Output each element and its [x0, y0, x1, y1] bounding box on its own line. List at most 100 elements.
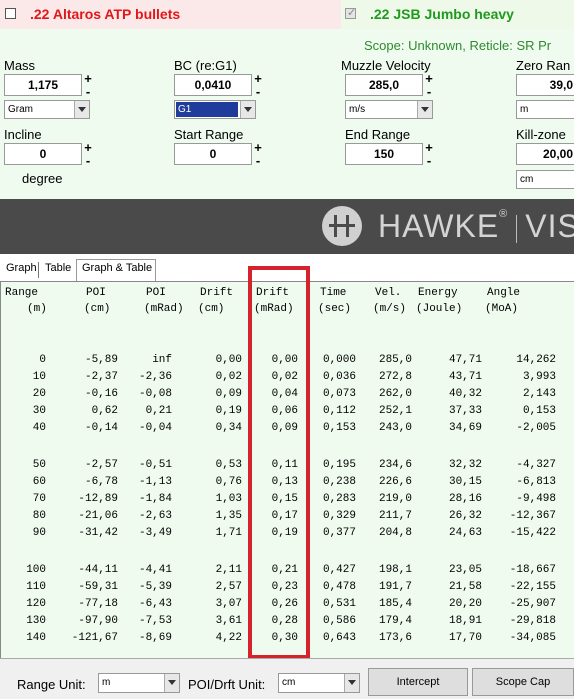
tab-graph-and-table[interactable]: Graph & Table — [82, 262, 152, 274]
table-cell: -5,89 — [84, 354, 118, 366]
incline-unit: degree — [22, 171, 63, 186]
table-cell: 234,6 — [378, 459, 412, 471]
table-cell: -97,90 — [78, 615, 118, 627]
mass-minus-button[interactable]: - — [83, 85, 93, 98]
table-cell: 2,11 — [215, 564, 242, 576]
start-range-field[interactable]: 0 — [174, 143, 252, 165]
velocity-unit-value: m/s — [349, 104, 366, 115]
table-cell: 204,8 — [378, 527, 412, 539]
table-cell: -18,667 — [509, 564, 556, 576]
end-range-plus-button[interactable]: + — [424, 141, 434, 154]
velocity-minus-button[interactable]: - — [424, 85, 434, 98]
tab-table[interactable]: Table — [45, 262, 71, 274]
velocity-label: Muzzle Velocity — [341, 58, 431, 73]
table-cell: -34,085 — [509, 632, 556, 644]
table-cell: 0,427 — [322, 564, 356, 576]
velocity-unit-select[interactable]: m/s — [345, 100, 433, 119]
table-cell: 211,7 — [378, 510, 412, 522]
mass-unit-value: Gram — [8, 104, 33, 115]
table-cell: 1,35 — [215, 510, 242, 522]
table-cell: -4,327 — [516, 459, 556, 471]
table-cell: 2,143 — [522, 388, 556, 400]
table-cell: -0,16 — [84, 388, 118, 400]
table-cell: 0,478 — [322, 581, 356, 593]
table-cell: 198,1 — [378, 564, 412, 576]
table-cell: 43,71 — [448, 371, 482, 383]
tab-divider — [38, 262, 39, 278]
table-cell: 140 — [26, 632, 46, 644]
table-cell: -22,155 — [509, 581, 556, 593]
bc-plus-button[interactable]: + — [253, 72, 263, 85]
table-cell: -25,907 — [509, 598, 556, 610]
intercept-button[interactable]: Intercept — [368, 668, 468, 696]
column-header: (MoA) — [485, 303, 519, 315]
table-cell: 80 — [32, 510, 46, 522]
table-cell: 0,000 — [322, 354, 356, 366]
table-cell: 37,33 — [448, 405, 482, 417]
table-cell: 24,63 — [448, 527, 482, 539]
incline-minus-button[interactable]: - — [83, 154, 93, 167]
table-cell: -4,41 — [138, 564, 172, 576]
scope-cap-button[interactable]: Scope Cap — [472, 668, 574, 696]
killzone-unit-select[interactable]: cm — [516, 170, 574, 189]
zero-range-unit-select[interactable]: m — [516, 100, 574, 119]
table-cell: 10 — [32, 371, 46, 383]
tab-graph[interactable]: Graph — [6, 262, 37, 274]
bullet-2-name: .22 JSB Jumbo heavy — [370, 6, 514, 22]
table-cell: 70 — [32, 493, 46, 505]
column-header: Time — [320, 287, 347, 299]
start-range-plus-button[interactable]: + — [253, 141, 263, 154]
mass-plus-button[interactable]: + — [83, 72, 93, 85]
table-cell: 130 — [26, 615, 46, 627]
brand-text: HAWKE® VISIO — [378, 208, 574, 245]
table-cell: -8,69 — [138, 632, 172, 644]
velocity-field[interactable]: 285,0 — [345, 74, 423, 96]
table-cell: -31,42 — [78, 527, 118, 539]
end-range-label: End Range — [345, 127, 411, 142]
table-cell: 17,70 — [448, 632, 482, 644]
table-cell: 272,8 — [378, 371, 412, 383]
table-cell: -3,49 — [138, 527, 172, 539]
killzone-label: Kill-zone — [516, 127, 566, 142]
chevron-down-icon — [74, 101, 89, 118]
table-cell: 285,0 — [378, 354, 412, 366]
table-cell: -29,818 — [509, 615, 556, 627]
product-name: VISIO — [525, 208, 574, 244]
bullet-2-checkbox[interactable] — [345, 6, 356, 19]
hawke-logo-icon — [322, 206, 362, 246]
brand-banner: HAWKE® VISIO — [0, 199, 574, 254]
bc-label: BC (re:G1) — [174, 58, 237, 73]
drag-model-select[interactable]: G1 — [174, 100, 256, 119]
table-cell: 219,0 — [378, 493, 412, 505]
zero-range-field[interactable]: 39,0 — [516, 74, 574, 96]
table-cell: 226,6 — [378, 476, 412, 488]
table-cell: 0 — [39, 354, 46, 366]
incline-plus-button[interactable]: + — [83, 141, 93, 154]
table-cell: 47,71 — [448, 354, 482, 366]
poi-unit-value: cm — [282, 677, 296, 688]
bc-minus-button[interactable]: - — [253, 85, 263, 98]
bc-field[interactable]: 0,0410 — [174, 74, 252, 96]
velocity-plus-button[interactable]: + — [424, 72, 434, 85]
bullet-1-checkbox[interactable] — [5, 8, 16, 19]
table-cell: 20,20 — [448, 598, 482, 610]
incline-field[interactable]: 0 — [4, 143, 82, 165]
table-cell: 0,112 — [322, 405, 356, 417]
column-header: Vel. — [375, 287, 402, 299]
table-cell: 3,07 — [215, 598, 242, 610]
mass-unit-select[interactable]: Gram — [4, 100, 90, 119]
table-cell: 0,283 — [322, 493, 356, 505]
column-header: POI — [86, 287, 106, 299]
end-range-minus-button[interactable]: - — [424, 154, 434, 167]
mass-field[interactable]: 1,175 — [4, 74, 82, 96]
table-cell: 23,05 — [448, 564, 482, 576]
table-cell: -2,63 — [138, 510, 172, 522]
table-cell: 185,4 — [378, 598, 412, 610]
poi-unit-select[interactable]: cm — [278, 673, 360, 693]
start-range-minus-button[interactable]: - — [253, 154, 263, 167]
table-cell: 243,0 — [378, 422, 412, 434]
table-cell: -6,43 — [138, 598, 172, 610]
end-range-field[interactable]: 150 — [345, 143, 423, 165]
range-unit-select[interactable]: m — [98, 673, 180, 693]
killzone-field[interactable]: 20,00 — [516, 143, 574, 165]
